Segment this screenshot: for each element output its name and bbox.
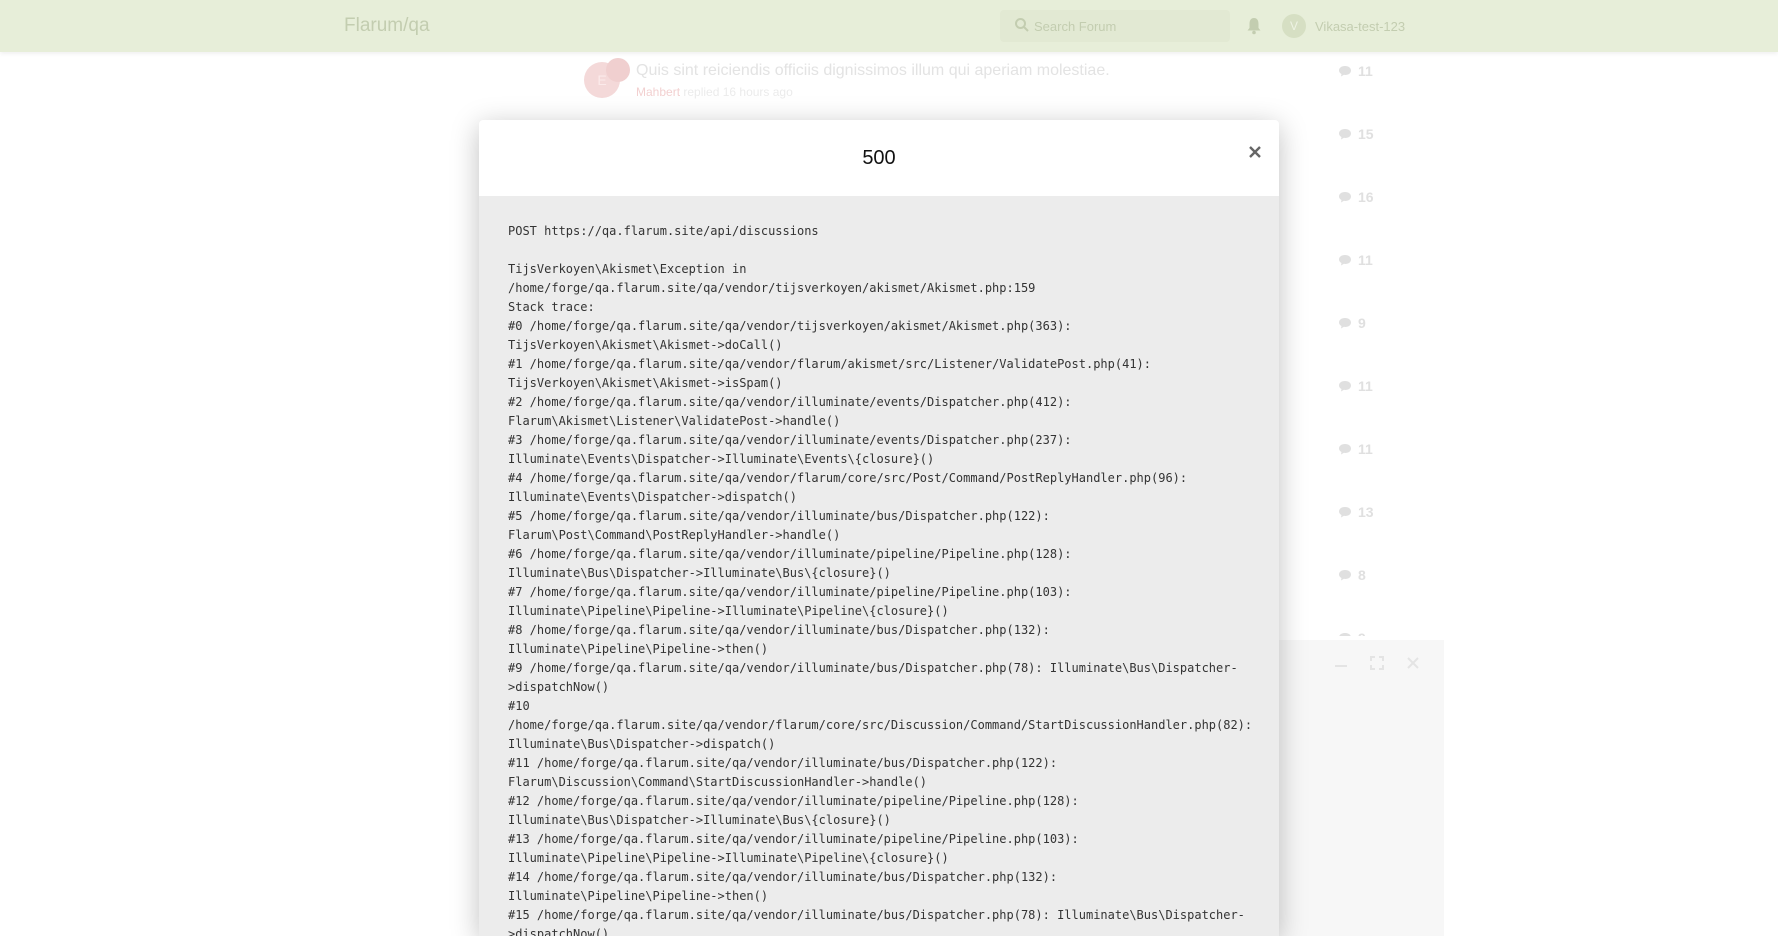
trace-line: Illuminate\Bus\Dispatcher->dispatch()	[508, 737, 776, 751]
discussion-author[interactable]: Mahbert	[636, 85, 680, 99]
trace-line: Illuminate\Bus\Dispatcher->Illuminate\Bu…	[508, 813, 891, 827]
trace-line: >dispatchNow()	[508, 927, 610, 936]
trace-line: Illuminate\Bus\Dispatcher->Illuminate\Bu…	[508, 566, 891, 580]
request-line: POST https://qa.flarum.site/api/discussi…	[508, 224, 819, 238]
reply-count-value: 11	[1358, 441, 1373, 457]
close-button[interactable]	[1241, 138, 1269, 166]
trace-line: #13 /home/forge/qa.flarum.site/qa/vendor…	[508, 832, 1079, 846]
trace-line: >dispatchNow()	[508, 680, 610, 694]
minimize-icon[interactable]	[1333, 655, 1349, 671]
comment-icon	[1339, 192, 1351, 203]
forum-logo[interactable]: Flarum/qa	[344, 15, 430, 37]
reply-count-value: 9	[1358, 315, 1366, 331]
bell-icon[interactable]	[1246, 17, 1262, 35]
trace-line: Illuminate\Events\Dispatcher->dispatch()	[508, 490, 797, 504]
comment-icon	[1339, 507, 1351, 518]
trace-line: #11 /home/forge/qa.flarum.site/qa/vendor…	[508, 756, 1058, 770]
trace-line: TijsVerkoyen\Akismet\Exception in	[508, 262, 747, 276]
comment-icon	[1339, 633, 1351, 636]
reply-count: 11	[1338, 63, 1373, 79]
pinned-badge	[606, 58, 630, 82]
reply-count: 15	[1338, 126, 1374, 142]
reply-count: 9	[1338, 315, 1366, 331]
reply-count-value: 13	[1358, 504, 1374, 520]
trace-line: #14 /home/forge/qa.flarum.site/qa/vendor…	[508, 870, 1058, 884]
trace-line: #10	[508, 699, 530, 713]
reply-count: 13	[1338, 504, 1374, 520]
trace-line: #0 /home/forge/qa.flarum.site/qa/vendor/…	[508, 319, 1072, 333]
trace-line: #15 /home/forge/qa.flarum.site/qa/vendor…	[508, 908, 1245, 922]
trace-line: /home/forge/qa.flarum.site/qa/vendor/tij…	[508, 281, 1036, 295]
modal-body: POST https://qa.flarum.site/api/discussi…	[508, 222, 1258, 936]
stack-trace: TijsVerkoyen\Akismet\Exception in/home/f…	[508, 260, 1258, 936]
trace-line: /home/forge/qa.flarum.site/qa/vendor/fla…	[508, 718, 1253, 732]
fullscreen-icon[interactable]	[1369, 655, 1385, 671]
trace-line: #2 /home/forge/qa.flarum.site/qa/vendor/…	[508, 395, 1072, 409]
modal-title: 500	[862, 147, 896, 169]
trace-line: #4 /home/forge/qa.flarum.site/qa/vendor/…	[508, 471, 1188, 485]
reply-count-value: 8	[1358, 567, 1366, 583]
comment-icon	[1339, 444, 1351, 455]
trace-line: #12 /home/forge/qa.flarum.site/qa/vendor…	[508, 794, 1079, 808]
search-icon	[1015, 18, 1029, 32]
reply-count: 16	[1338, 189, 1374, 205]
trace-line: Illuminate\Pipeline\Pipeline->then()	[508, 642, 769, 656]
reply-count-value: 11	[1358, 63, 1373, 79]
discussion-meta: Mahbert replied 16 hours ago	[636, 85, 793, 99]
trace-line: Illuminate\Pipeline\Pipeline->Illuminate…	[508, 851, 949, 865]
trace-line: Illuminate\Pipeline\Pipeline->then()	[508, 889, 769, 903]
trace-line: TijsVerkoyen\Akismet\Akismet->doCall()	[508, 338, 783, 352]
comment-icon	[1339, 255, 1351, 266]
modal-header: 500	[479, 120, 1279, 196]
comment-icon	[1339, 318, 1351, 329]
trace-line: #5 /home/forge/qa.flarum.site/qa/vendor/…	[508, 509, 1050, 523]
close-icon	[1249, 146, 1261, 158]
comment-icon	[1339, 66, 1351, 77]
reply-count-value: 15	[1358, 126, 1374, 142]
reply-count-value: 11	[1358, 378, 1373, 394]
trace-line: Illuminate\Events\Dispatcher->Illuminate…	[508, 452, 935, 466]
composer-close-icon[interactable]	[1405, 655, 1421, 671]
trace-line: Flarum\Discussion\Command\StartDiscussio…	[508, 775, 928, 789]
app-header: Flarum/qa Search Forum V Vikasa-test-123	[0, 0, 1778, 52]
discussion-meta-text: replied 16 hours ago	[680, 85, 793, 99]
reply-count: 9	[1338, 630, 1366, 636]
search-placeholder: Search Forum	[1034, 19, 1117, 34]
comment-icon	[1339, 129, 1351, 140]
trace-line: Flarum\Post\Command\PostReplyHandler->ha…	[508, 528, 841, 542]
reply-count: 11	[1338, 252, 1373, 268]
comment-icon	[1339, 570, 1351, 581]
reply-count-value: 16	[1358, 189, 1374, 205]
reply-count-value: 11	[1358, 252, 1373, 268]
reply-count-value: 9	[1358, 630, 1366, 636]
user-avatar[interactable]: V	[1282, 14, 1306, 38]
composer-panel	[1278, 640, 1444, 936]
trace-line: TijsVerkoyen\Akismet\Akismet->isSpam()	[508, 376, 783, 390]
reply-count: 11	[1338, 441, 1373, 457]
error-modal: 500 POST https://qa.flarum.site/api/disc…	[479, 120, 1279, 936]
trace-line: #8 /home/forge/qa.flarum.site/qa/vendor/…	[508, 623, 1050, 637]
reply-count: 11	[1338, 378, 1373, 394]
trace-line: Flarum\Akismet\Listener\ValidatePost->ha…	[508, 414, 841, 428]
trace-line: #9 /home/forge/qa.flarum.site/qa/vendor/…	[508, 661, 1238, 675]
reply-count: 8	[1338, 567, 1366, 583]
trace-line: Stack trace:	[508, 300, 595, 314]
trace-line: #7 /home/forge/qa.flarum.site/qa/vendor/…	[508, 585, 1072, 599]
trace-line: Illuminate\Pipeline\Pipeline->Illuminate…	[508, 604, 949, 618]
trace-line: #1 /home/forge/qa.flarum.site/qa/vendor/…	[508, 357, 1151, 371]
trace-line: #3 /home/forge/qa.flarum.site/qa/vendor/…	[508, 433, 1072, 447]
discussion-title[interactable]: Quis sint reiciendis officiis dignissimo…	[636, 62, 1110, 80]
trace-line: #6 /home/forge/qa.flarum.site/qa/vendor/…	[508, 547, 1072, 561]
comment-icon	[1339, 381, 1351, 392]
username[interactable]: Vikasa-test-123	[1315, 19, 1405, 34]
